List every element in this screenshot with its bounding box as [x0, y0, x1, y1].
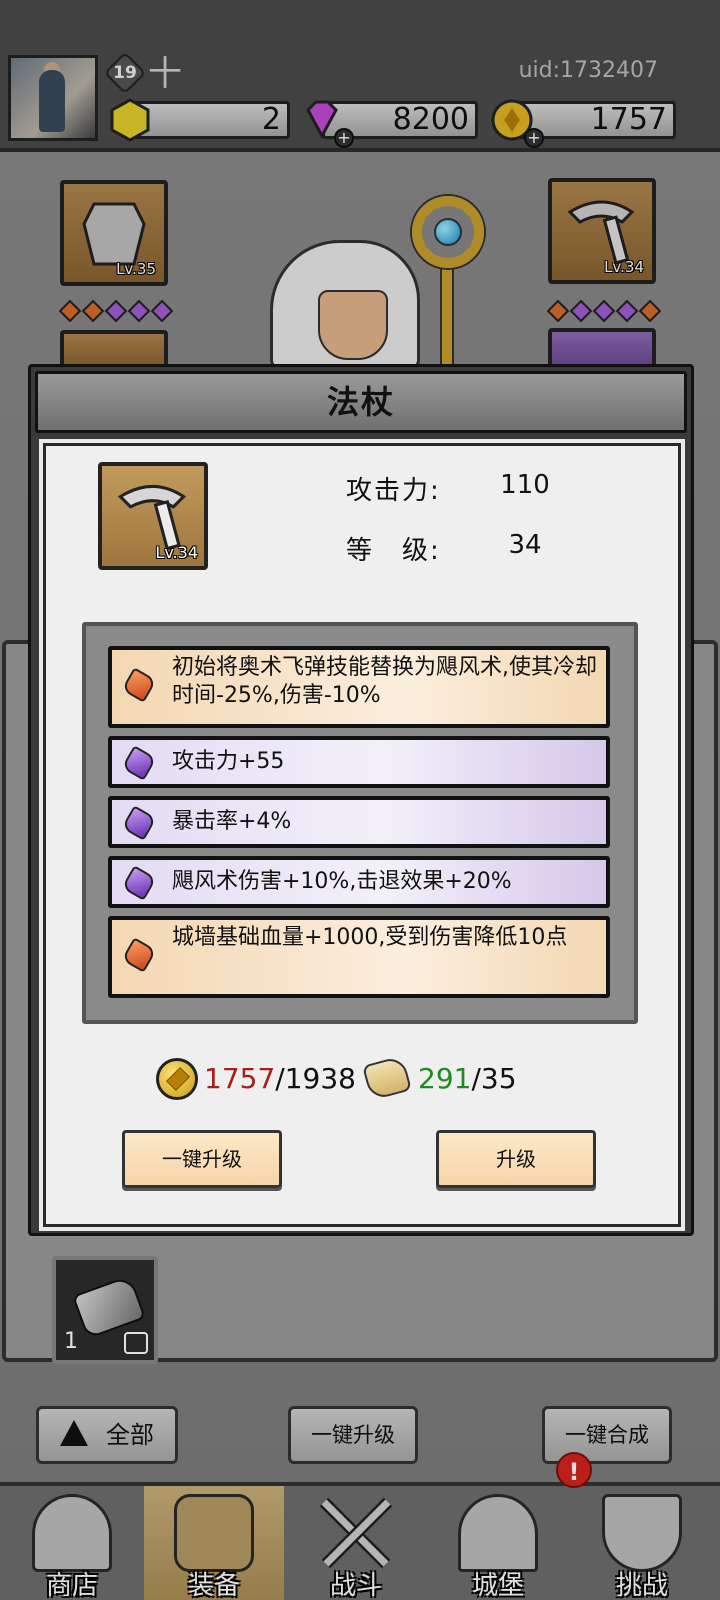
affix-item: 暴击率+4% [108, 796, 610, 848]
gold-need: /1938 [275, 1062, 356, 1095]
affix-text: 飓风术伤害+10%,击退效果+20% [172, 869, 512, 894]
item-icon: Lv.34 [98, 462, 208, 570]
level-label: 等 级: [346, 536, 441, 566]
scroll-cost: 291/35 [418, 1062, 517, 1095]
purple-gem-icon [121, 745, 157, 781]
upgrade-button[interactable]: 升级 [436, 1130, 596, 1188]
affix-text: 初始将奥术飞弹技能替换为飓风术,使其冷却时间-25%,伤害-10% [172, 655, 597, 708]
gold-cost: 1757/1938 [204, 1062, 356, 1095]
attack-value: 110 [500, 470, 550, 500]
affix-item: 初始将奥术飞弹技能替换为飓风术,使其冷却时间-25%,伤害-10% [108, 646, 610, 728]
orange-gem-icon [121, 667, 157, 703]
gold-coin-icon [156, 1058, 198, 1100]
orange-gem-icon [121, 937, 157, 973]
affix-item: 城墙基础血量+1000,受到伤害降低10点 [108, 916, 610, 998]
affix-item: 攻击力+55 [108, 736, 610, 788]
level-value: 34 [508, 530, 542, 560]
scroll-have: 291 [418, 1062, 472, 1095]
purple-gem-icon [121, 865, 157, 901]
affix-text: 城墙基础血量+1000,受到伤害降低10点 [172, 925, 568, 950]
gold-have: 1757 [204, 1062, 276, 1095]
one-click-upgrade-button[interactable]: 一键升级 [122, 1130, 282, 1188]
scroll-need: /35 [471, 1062, 517, 1095]
affix-text: 暴击率+4% [172, 809, 292, 834]
affix-text: 攻击力+55 [172, 749, 285, 774]
item-level-badge: Lv.34 [155, 543, 198, 562]
modal-title: 法杖 [35, 371, 687, 433]
attack-label: 攻击力: [346, 476, 441, 506]
affix-item: 飓风术伤害+10%,击退效果+20% [108, 856, 610, 908]
purple-gem-icon [121, 805, 157, 841]
